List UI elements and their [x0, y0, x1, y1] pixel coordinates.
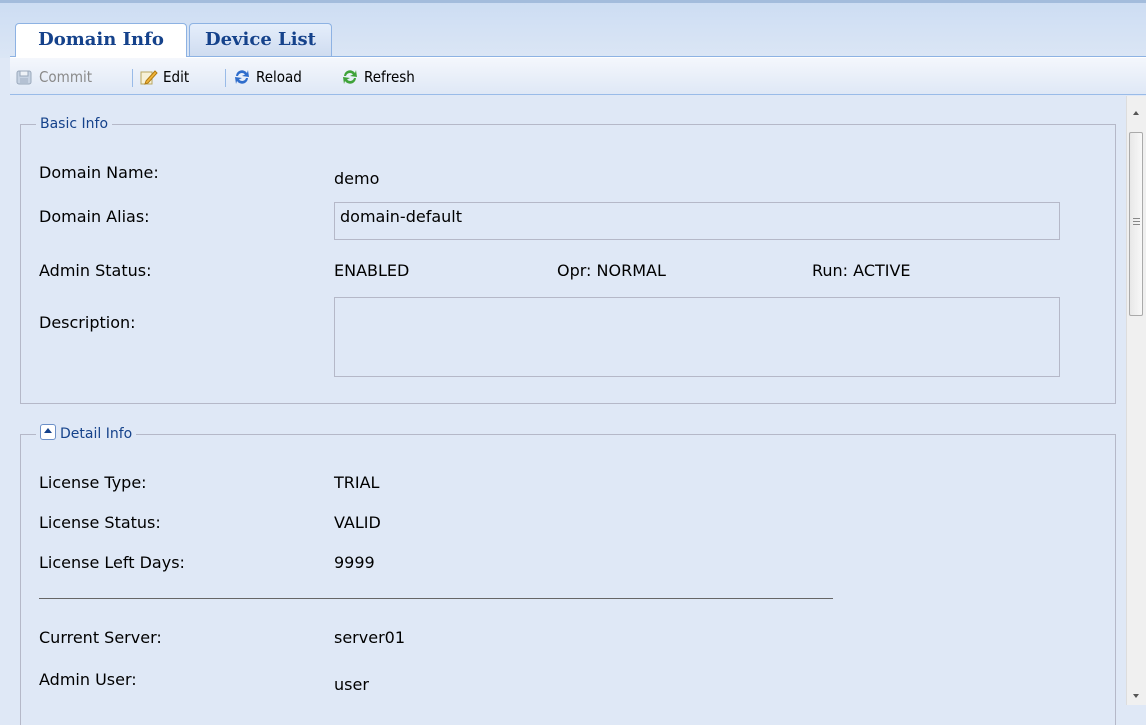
commit-button[interactable]: Commit	[16, 66, 92, 88]
current-server-label: Current Server:	[39, 628, 162, 647]
detail-info-legend: Detail Info	[36, 424, 137, 444]
collapse-detail-button[interactable]	[40, 424, 56, 440]
run-status-value: Run: ACTIVE	[812, 261, 911, 280]
pencil-icon	[140, 68, 158, 86]
detail-info-fieldset: Detail Info License Type: TRIAL License …	[20, 424, 1116, 725]
toolbar: Commit Edit Reload Refresh	[10, 58, 1146, 95]
scroll-thumb[interactable]	[1129, 132, 1143, 316]
edit-label: Edit	[163, 68, 190, 86]
refresh-icon	[341, 68, 359, 86]
basic-info-fieldset: Basic Info Domain Name: demo Domain Alia…	[20, 114, 1116, 404]
current-server-value: server01	[334, 628, 406, 647]
basic-info-legend: Basic Info	[36, 114, 113, 134]
license-type-value: TRIAL	[334, 473, 380, 492]
description-label: Description:	[39, 313, 136, 332]
reload-label: Reload	[256, 68, 302, 86]
toolbar-separator	[225, 69, 226, 87]
save-icon	[16, 68, 34, 86]
license-days-label: License Left Days:	[39, 553, 185, 572]
admin-user-value: user	[334, 675, 369, 694]
domain-alias-label: Domain Alias:	[39, 207, 150, 226]
tab-strip: Domain Info Device List	[0, 0, 1146, 61]
tab-domain-info[interactable]: Domain Info	[15, 23, 187, 57]
admin-status-label: Admin Status:	[39, 261, 152, 280]
admin-user-label: Admin User:	[39, 670, 137, 689]
scroll-down-arrow-icon[interactable]	[1127, 687, 1146, 705]
reload-button[interactable]: Reload	[233, 66, 302, 88]
license-type-label: License Type:	[39, 473, 147, 492]
domain-info-panel: Basic Info Domain Name: demo Domain Alia…	[10, 96, 1126, 725]
license-status-value: VALID	[334, 513, 381, 532]
toolbar-separator	[132, 69, 133, 87]
edit-button[interactable]: Edit	[140, 66, 189, 88]
license-status-label: License Status:	[39, 513, 161, 532]
grip-icon	[1133, 218, 1140, 219]
license-days-value: 9999	[334, 553, 375, 572]
tab-device-list[interactable]: Device List	[189, 23, 332, 56]
detail-divider	[39, 598, 833, 599]
reload-icon	[233, 68, 251, 86]
description-field[interactable]	[334, 297, 1060, 377]
detail-info-legend-label: Detail Info	[60, 426, 133, 442]
admin-status-value: ENABLED	[334, 261, 410, 280]
commit-label: Commit	[39, 68, 93, 86]
refresh-label: Refresh	[364, 68, 415, 86]
vertical-scrollbar[interactable]	[1126, 96, 1146, 705]
domain-name-value: demo	[334, 169, 380, 188]
refresh-button[interactable]: Refresh	[341, 66, 415, 88]
opr-status-value: Opr: NORMAL	[557, 261, 666, 280]
scroll-up-arrow-icon[interactable]	[1127, 104, 1146, 122]
domain-name-label: Domain Name:	[39, 163, 159, 182]
domain-alias-field[interactable]: domain-default	[334, 202, 1060, 240]
